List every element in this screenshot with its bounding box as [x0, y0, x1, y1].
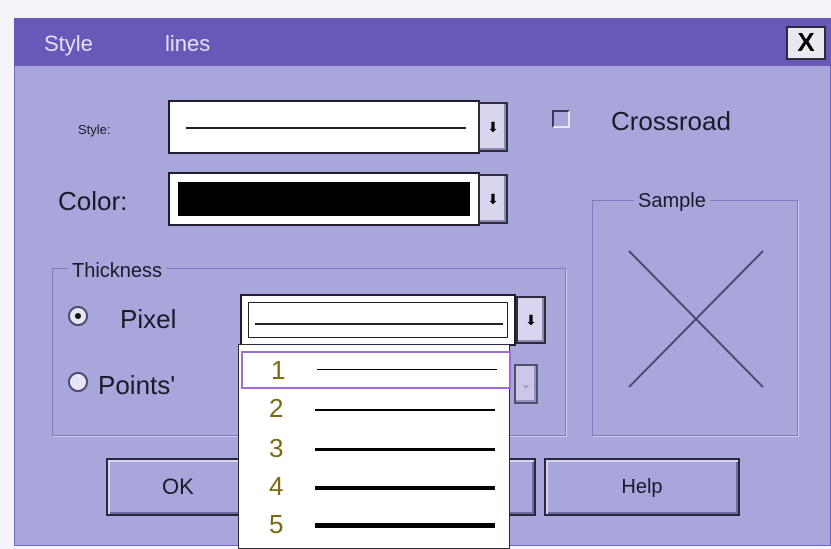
title-style: Style [44, 31, 93, 56]
crossroad-label: Crossroad [611, 106, 731, 136]
pixel-thickness-combo[interactable] [240, 294, 516, 346]
style-line-preview [186, 127, 466, 129]
radio-selected-dot [75, 313, 81, 319]
list-item[interactable]: 3 [241, 431, 507, 465]
points-radio[interactable] [68, 372, 88, 392]
thickness-value: 4 [269, 471, 284, 501]
thickness-value: 3 [269, 433, 284, 463]
color-label: Color: [58, 186, 128, 216]
thickness-value: 1 [271, 355, 286, 385]
ok-label: OK [162, 474, 194, 499]
sample-caption: Sample [634, 190, 710, 213]
thickness-caption: Thickness [68, 260, 167, 283]
points-dropdown-button[interactable]: ⌄ [514, 364, 538, 404]
list-item[interactable]: 4 [241, 469, 507, 503]
thickness-line-1 [317, 369, 497, 370]
help-button[interactable]: Help [544, 458, 740, 516]
thickness-line-2 [315, 409, 495, 411]
x-cross-sample-icon [628, 250, 764, 388]
arrow-down-icon: ⬇ [525, 312, 537, 328]
arrow-down-icon: ⬇ [487, 119, 499, 135]
list-item[interactable]: 5 [241, 507, 507, 541]
arrow-down-icon: ⬇ [487, 191, 499, 207]
thickness-line-3 [315, 448, 495, 451]
close-icon: X [797, 27, 815, 57]
color-dropdown-button[interactable]: ⬇ [478, 174, 508, 224]
points-label: Points' [98, 370, 176, 400]
close-button[interactable]: X [786, 26, 826, 60]
crossroad-checkbox[interactable] [552, 110, 570, 128]
color-swatch [178, 182, 470, 216]
pixel-line-preview [255, 323, 503, 325]
list-item[interactable]: 1 [241, 351, 511, 389]
pixel-label: Pixel [120, 304, 177, 334]
chevron-down-icon: ⌄ [520, 377, 532, 391]
help-label: Help [621, 476, 663, 498]
sample-group [592, 200, 798, 436]
color-combo[interactable] [168, 172, 480, 226]
thickness-dropdown-list[interactable]: 1 2 3 4 5 [238, 344, 511, 549]
thickness-value: 2 [269, 393, 284, 423]
list-item[interactable]: 2 [241, 391, 507, 425]
pixel-radio[interactable] [68, 306, 88, 326]
style-label: Style: [78, 122, 111, 137]
combo-focus-box [248, 302, 508, 338]
thickness-line-4 [315, 486, 495, 490]
thickness-line-5 [315, 523, 495, 528]
title-bar[interactable] [14, 18, 831, 66]
style-combo[interactable] [168, 100, 480, 154]
thickness-value: 5 [269, 509, 284, 539]
style-dropdown-button[interactable]: ⬇ [478, 102, 508, 152]
title-lines: lines [165, 31, 211, 56]
pixel-dropdown-button[interactable]: ⬇ [516, 296, 546, 344]
